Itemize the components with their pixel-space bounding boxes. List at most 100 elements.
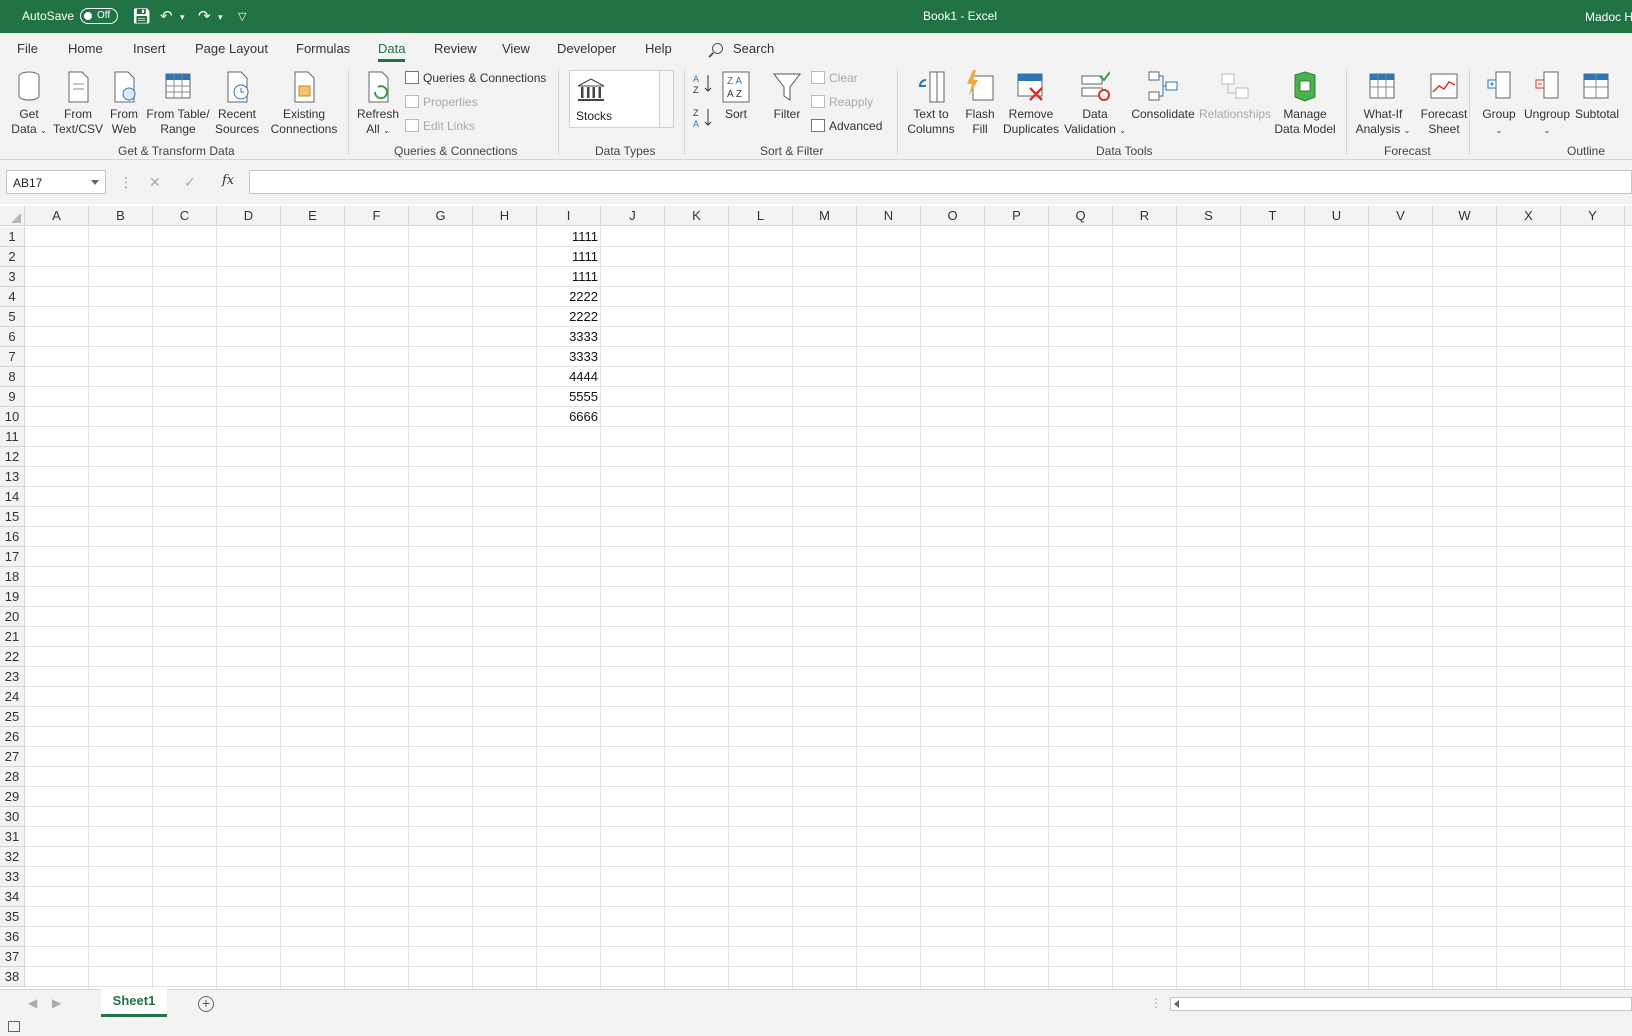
column-header-u[interactable]: U	[1305, 206, 1369, 226]
stocks-data-type[interactable]: Stocks	[569, 70, 661, 128]
row-header-32[interactable]: 32	[0, 847, 25, 867]
column-header-p[interactable]: P	[985, 206, 1049, 226]
horizontal-scrollbar[interactable]	[1170, 997, 1632, 1011]
tab-page-layout[interactable]: Page Layout	[195, 41, 268, 56]
cell-area[interactable]: 1111 1111 1111 2222 2222 3333 3333 4444 5555 6666	[25, 227, 1632, 989]
row-header-6[interactable]: 6	[0, 327, 25, 347]
row-header-2[interactable]: 2	[0, 247, 25, 267]
row-header-25[interactable]: 25	[0, 707, 25, 727]
cell-i8[interactable]: 4444	[538, 367, 598, 387]
tab-insert[interactable]: Insert	[133, 41, 166, 56]
sort-ascending-button[interactable]: AZ	[692, 73, 716, 99]
formula-input[interactable]	[249, 170, 1632, 194]
row-header-10[interactable]: 10	[0, 407, 25, 427]
row-header-15[interactable]: 15	[0, 507, 25, 527]
tab-review[interactable]: Review	[434, 41, 477, 56]
row-header-1[interactable]: 1	[0, 227, 25, 247]
existing-connections-button[interactable]: Existing Connections	[268, 70, 340, 137]
tab-file[interactable]: File	[17, 41, 38, 56]
column-header-n[interactable]: N	[857, 206, 921, 226]
row-header-9[interactable]: 9	[0, 387, 25, 407]
insert-function-icon[interactable]: fx	[222, 173, 234, 188]
user-name[interactable]: Madoc H	[1585, 10, 1632, 24]
macro-record-icon[interactable]	[8, 1021, 20, 1032]
row-header-19[interactable]: 19	[0, 587, 25, 607]
select-all-button[interactable]	[0, 206, 25, 226]
column-header-a[interactable]: A	[25, 206, 89, 226]
from-web-button[interactable]: From Web	[106, 70, 142, 137]
cell-i3[interactable]: 1111	[538, 267, 598, 287]
row-header-11[interactable]: 11	[0, 427, 25, 447]
row-header-20[interactable]: 20	[0, 607, 25, 627]
next-sheet-icon[interactable]: ▶	[52, 996, 61, 1010]
column-header-t[interactable]: T	[1241, 206, 1305, 226]
reapply-button[interactable]: Reapply	[811, 95, 873, 109]
row-header-36[interactable]: 36	[0, 927, 25, 947]
manage-data-model-button[interactable]: Manage Data Model	[1272, 70, 1338, 137]
row-header-37[interactable]: 37	[0, 947, 25, 967]
row-header-8[interactable]: 8	[0, 367, 25, 387]
column-header-v[interactable]: V	[1369, 206, 1433, 226]
row-header-27[interactable]: 27	[0, 747, 25, 767]
subtotal-button[interactable]: Subtotal	[1572, 70, 1622, 122]
scroll-left-icon[interactable]	[1174, 1000, 1179, 1008]
clear-filter-button[interactable]: Clear	[811, 71, 858, 85]
column-header-h[interactable]: H	[473, 206, 537, 226]
data-validation-button[interactable]: Data Validation ⌄	[1063, 70, 1127, 138]
column-header-i[interactable]: I	[537, 206, 601, 226]
tab-help[interactable]: Help	[645, 41, 672, 56]
column-header-c[interactable]: C	[153, 206, 217, 226]
properties-button[interactable]: Properties	[405, 95, 478, 109]
row-header-38[interactable]: 38	[0, 967, 25, 987]
row-header-23[interactable]: 23	[0, 667, 25, 687]
remove-duplicates-button[interactable]: Remove Duplicates	[1001, 70, 1061, 137]
column-header-o[interactable]: O	[921, 206, 985, 226]
row-header-22[interactable]: 22	[0, 647, 25, 667]
tab-formulas[interactable]: Formulas	[296, 41, 350, 56]
enter-icon[interactable]: ✓	[184, 174, 196, 191]
column-header-y[interactable]: Y	[1561, 206, 1625, 226]
edit-links-button[interactable]: Edit Links	[405, 119, 475, 133]
row-header-18[interactable]: 18	[0, 567, 25, 587]
refresh-all-button[interactable]: Refresh All ⌄	[354, 70, 402, 138]
data-types-gallery-scroll[interactable]	[659, 70, 674, 128]
more-options-icon[interactable]: ⋮	[119, 174, 133, 191]
tab-home[interactable]: Home	[68, 41, 103, 56]
cell-i7[interactable]: 3333	[538, 347, 598, 367]
recent-sources-button[interactable]: Recent Sources	[212, 70, 262, 137]
row-header-3[interactable]: 3	[0, 267, 25, 287]
column-header-d[interactable]: D	[217, 206, 281, 226]
column-header-l[interactable]: L	[729, 206, 793, 226]
consolidate-button[interactable]: Consolidate	[1130, 70, 1196, 122]
tab-developer[interactable]: Developer	[557, 41, 616, 56]
name-box[interactable]: AB17	[6, 170, 106, 194]
row-header-28[interactable]: 28	[0, 767, 25, 787]
column-header-s[interactable]: S	[1177, 206, 1241, 226]
row-header-35[interactable]: 35	[0, 907, 25, 927]
row-header-24[interactable]: 24	[0, 687, 25, 707]
add-sheet-icon[interactable]: +	[198, 996, 214, 1012]
search-box[interactable]: Search	[712, 41, 774, 56]
column-header-x[interactable]: X	[1497, 206, 1561, 226]
advanced-filter-button[interactable]: Advanced	[811, 119, 882, 133]
row-header-5[interactable]: 5	[0, 307, 25, 327]
row-header-21[interactable]: 21	[0, 627, 25, 647]
row-header-14[interactable]: 14	[0, 487, 25, 507]
filter-button[interactable]: Filter	[770, 70, 804, 122]
row-header-17[interactable]: 17	[0, 547, 25, 567]
row-header-7[interactable]: 7	[0, 347, 25, 367]
cancel-icon[interactable]: ✕	[149, 174, 161, 191]
column-header-g[interactable]: G	[409, 206, 473, 226]
column-header-f[interactable]: F	[345, 206, 409, 226]
tab-split-handle-icon[interactable]: ⋮	[1150, 996, 1162, 1010]
tab-data[interactable]: Data	[378, 41, 406, 62]
column-header-r[interactable]: R	[1113, 206, 1177, 226]
row-header-4[interactable]: 4	[0, 287, 25, 307]
row-header-29[interactable]: 29	[0, 787, 25, 807]
column-header-w[interactable]: W	[1433, 206, 1497, 226]
sheet-tab-sheet1[interactable]: Sheet1	[101, 989, 167, 1017]
tab-view[interactable]: View	[502, 41, 530, 56]
from-text-csv-button[interactable]: From Text/CSV	[52, 70, 104, 137]
cell-i10[interactable]: 6666	[538, 407, 598, 427]
from-table-range-button[interactable]: From Table/ Range	[145, 70, 211, 137]
